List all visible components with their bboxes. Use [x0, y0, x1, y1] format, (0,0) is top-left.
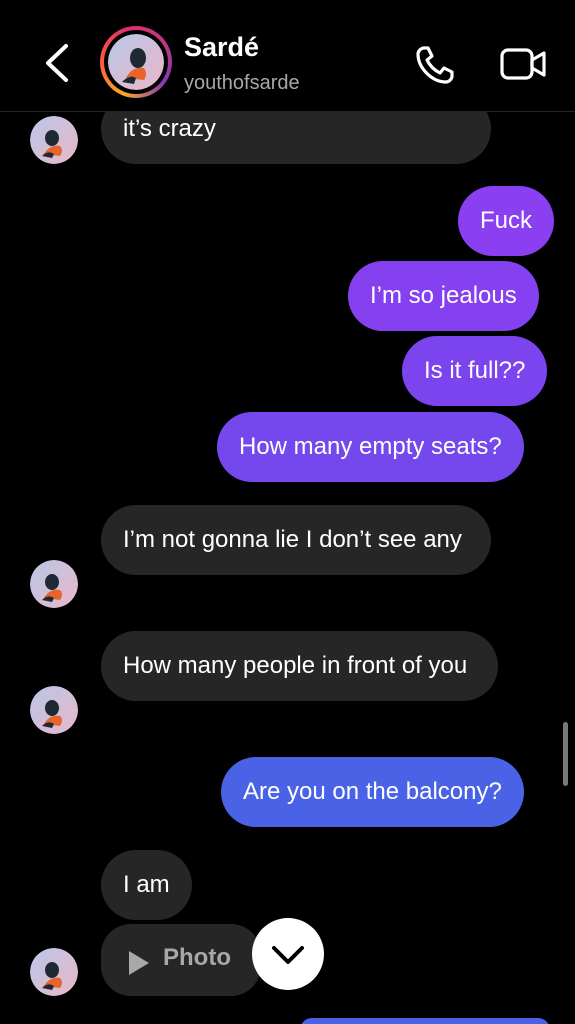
message-bubble-outgoing[interactable]: Is it full?? [402, 336, 548, 406]
message-text: I am [123, 871, 170, 898]
avatar-image [30, 948, 78, 996]
contact-avatar-small[interactable] [30, 686, 78, 734]
avatar-image [30, 116, 78, 164]
message-text: Are you on the balcony? [243, 778, 502, 805]
phone-icon [416, 46, 454, 84]
back-button[interactable] [38, 40, 78, 86]
message-bubble-outgoing[interactable]: Fuck [458, 186, 555, 256]
message-text: How many people in front of you [123, 652, 468, 679]
message-bubble-incoming[interactable]: I am [101, 850, 192, 920]
message-bubble-incoming[interactable]: I’m not gonna lie I don’t see any [101, 505, 491, 575]
photo-message-bubble[interactable]: Photo [101, 924, 261, 996]
video-call-button[interactable] [498, 44, 550, 84]
message-bubble-incoming[interactable]: How many people in front of you [101, 631, 498, 701]
contact-avatar[interactable] [100, 26, 172, 98]
photo-label: Photo [163, 944, 231, 971]
contact-username[interactable]: youthofsarde [184, 72, 300, 95]
message-bubble-outgoing-partial[interactable] [300, 1018, 550, 1024]
message-bubble-outgoing[interactable]: Are you on the balcony? [221, 757, 524, 827]
avatar-image [30, 560, 78, 608]
message-bubble-outgoing[interactable]: How many empty seats? [217, 412, 524, 482]
message-bubble-outgoing[interactable]: I’m so jealous [348, 261, 539, 331]
video-camera-icon [500, 48, 546, 80]
message-text: Is it full?? [424, 357, 526, 384]
scroll-to-bottom-button[interactable] [252, 918, 324, 990]
play-icon [129, 951, 149, 975]
contact-name[interactable]: Sardé [184, 32, 259, 63]
back-chevron-icon [46, 44, 68, 82]
scrollbar[interactable] [563, 722, 568, 786]
message-text: Fuck [480, 207, 533, 234]
avatar-image [108, 34, 164, 90]
message-text: it’s crazy [123, 115, 216, 142]
chat-header: Sardé youthofsarde [0, 0, 575, 112]
message-thread[interactable]: it’s crazy Fuck I’m so jealous Is it ful… [0, 0, 575, 1024]
message-text: How many empty seats? [239, 433, 502, 460]
message-text: I’m so jealous [370, 282, 517, 309]
message-text: I’m not gonna lie I don’t see any [123, 526, 462, 553]
contact-avatar-small[interactable] [30, 116, 78, 164]
avatar-image [30, 686, 78, 734]
contact-avatar-small[interactable] [30, 560, 78, 608]
chevron-down-icon [272, 946, 304, 964]
audio-call-button[interactable] [412, 42, 460, 86]
contact-avatar-small[interactable] [30, 948, 78, 996]
